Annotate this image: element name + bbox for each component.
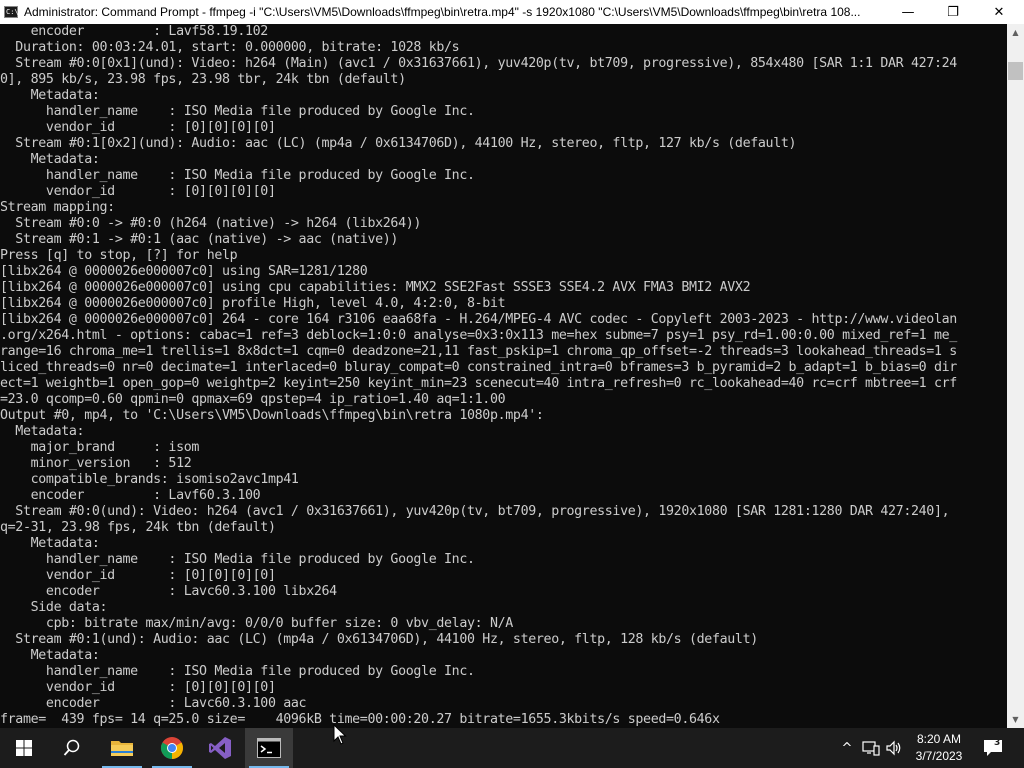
console-line: Metadata: (30, 536, 100, 551)
chrome-button[interactable] (148, 728, 196, 768)
console-line: Stream #0:1(und): Audio: aac (LC) (mp4a … (15, 632, 758, 647)
action-center-button[interactable]: 3 (978, 728, 1008, 768)
console-line: encoder : Lavc60.3.100 libx264 (45, 584, 337, 599)
console-line: liced_threads=0 nr=0 decimate=1 interlac… (0, 360, 957, 375)
minimize-icon: — (901, 4, 915, 20)
console-line: range=16 chroma_me=1 trellis=1 8x8dct=1 … (0, 344, 957, 359)
command-prompt-button[interactable] (245, 728, 293, 768)
console-line: frame= 439 fps= 14 q=25.0 size= 4096kB t… (0, 712, 720, 727)
search-icon (63, 739, 80, 756)
clock-button[interactable]: 8:20 AM 3/7/2023 (905, 731, 973, 765)
console-line: =23.0 qcomp=0.60 qpmin=0 qpmax=69 qpstep… (0, 392, 506, 407)
console-line: handler_name : ISO Media file produced b… (45, 664, 475, 679)
close-icon: ✕ (993, 4, 1005, 20)
console-line: compatible_brands: isomiso2avc1mp41 (30, 472, 299, 487)
mouse-pointer-icon (333, 724, 347, 745)
console-line: Output #0, mp4, to 'C:\Users\VM5\Downloa… (0, 408, 544, 423)
vertical-scrollbar[interactable]: ▲ ▼ (1007, 24, 1024, 728)
console-line: encoder : Lavf58.19.102 (30, 24, 269, 39)
console-line: [libx264 @ 0000026e000007c0] using SAR=1… (0, 264, 368, 279)
close-button[interactable]: ✕ (976, 0, 1022, 24)
taskbar: ^ 8:20 AM 3/7/2023 3 (0, 728, 1024, 768)
command-prompt-icon: C:\ (4, 6, 19, 18)
console-line: minor_version : 512 (30, 456, 192, 471)
window-title: Administrator: Command Prompt - ffmpeg -… (24, 5, 861, 19)
file-explorer-button[interactable] (98, 728, 146, 768)
visual-studio-button[interactable] (196, 728, 244, 768)
console-line: Metadata: (15, 424, 85, 439)
scroll-up-arrow-icon[interactable]: ▲ (1007, 24, 1024, 41)
console-line: Stream mapping: (0, 200, 115, 215)
console-line: Press [q] to stop, [?] for help (0, 248, 238, 263)
console-line: major_brand : isom (30, 440, 200, 455)
chrome-icon (161, 737, 183, 759)
clock-date: 3/7/2023 (915, 749, 963, 763)
console-line: encoder : Lavf60.3.100 (30, 488, 261, 503)
console-line: Stream #0:1[0x2](und): Audio: aac (LC) (… (15, 136, 797, 151)
console-output[interactable]: encoder : Lavf58.19.102 Duration: 00:03:… (0, 24, 1007, 728)
maximize-button[interactable]: ❐ (930, 0, 976, 24)
console-line: handler_name : ISO Media file produced b… (45, 168, 475, 183)
windows-logo-icon (16, 740, 32, 756)
console-line: Stream #0:0 -> #0:0 (h264 (native) -> h2… (15, 216, 422, 231)
scroll-down-arrow-icon[interactable]: ▼ (1007, 711, 1024, 728)
speaker-icon (886, 740, 901, 756)
volume-button[interactable] (884, 728, 904, 768)
folder-icon (111, 741, 133, 756)
network-button[interactable] (860, 728, 882, 768)
console-line: vendor_id : [0][0][0][0] (45, 680, 276, 695)
clock-time: 8:20 AM (916, 732, 962, 746)
console-line: ect=1 weightb=1 open_gop=0 weightp=2 key… (0, 376, 957, 391)
console-line: .org/x264.html - options: cabac=1 ref=3 … (0, 328, 957, 343)
console-line: Metadata: (30, 648, 100, 663)
network-icon (862, 741, 880, 756)
console-line: handler_name : ISO Media file produced b… (45, 104, 475, 119)
console-line: [libx264 @ 0000026e000007c0] using cpu c… (0, 280, 751, 295)
console-line: vendor_id : [0][0][0][0] (45, 568, 276, 583)
title-bar[interactable]: C:\ Administrator: Command Prompt - ffmp… (0, 0, 1024, 24)
console-line: cpb: bitrate max/min/avg: 0/0/0 buffer s… (45, 616, 513, 631)
console-line: vendor_id : [0][0][0][0] (45, 184, 276, 199)
minimize-button[interactable]: — (885, 0, 931, 24)
terminal-icon (257, 738, 281, 758)
start-button[interactable] (0, 728, 48, 768)
console-line: vendor_id : [0][0][0][0] (45, 120, 276, 135)
notification-count-badge: 3 (994, 738, 1001, 748)
restore-icon: ❐ (947, 4, 959, 20)
console-line: q=2-31, 23.98 fps, 24k tbn (default) (0, 520, 276, 535)
show-hidden-icons-button[interactable]: ^ (838, 728, 856, 768)
console-line: [libx264 @ 0000026e000007c0] 264 - core … (0, 312, 957, 327)
console-line: Stream #0:0[0x1](und): Video: h264 (Main… (15, 56, 957, 71)
console-line: Stream #0:0(und): Video: h264 (avc1 / 0x… (15, 504, 950, 519)
chevron-up-icon: ^ (841, 740, 853, 756)
console-line: Metadata: (30, 152, 100, 167)
visual-studio-icon (209, 737, 231, 759)
console-line: Stream #0:1 -> #0:1 (aac (native) -> aac… (15, 232, 399, 247)
console-line: Duration: 00:03:24.01, start: 0.000000, … (15, 40, 460, 55)
console-text: encoder : Lavf58.19.102 Duration: 00:03:… (0, 24, 957, 728)
console-line: Metadata: (30, 88, 100, 103)
console-line: handler_name : ISO Media file produced b… (45, 552, 475, 567)
search-button[interactable] (48, 728, 96, 768)
console-line: [libx264 @ 0000026e000007c0] profile Hig… (0, 296, 506, 311)
console-line: encoder : Lavc60.3.100 aac (45, 696, 307, 711)
scrollbar-thumb[interactable] (1008, 62, 1023, 80)
console-line: Side data: (30, 600, 108, 615)
console-line: 0], 895 kb/s, 23.98 fps, 23.98 tbr, 24k … (0, 72, 406, 87)
